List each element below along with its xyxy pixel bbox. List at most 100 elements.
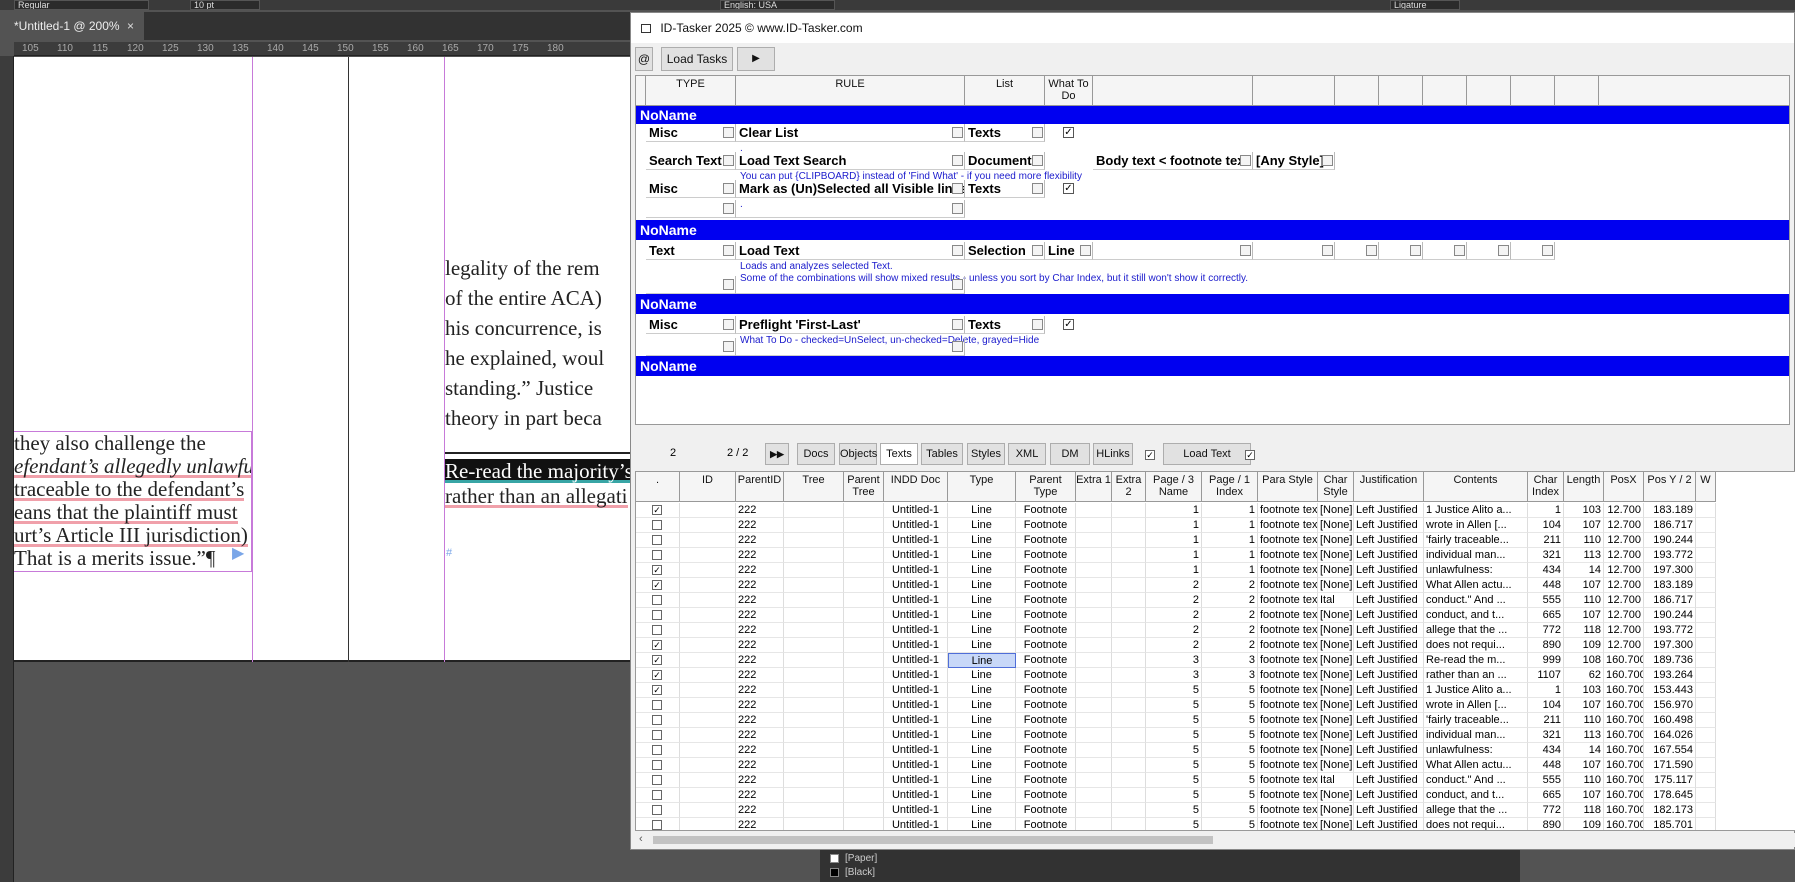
- grid-cell[interactable]: 5: [1146, 713, 1202, 728]
- grid-cell[interactable]: 1: [1202, 563, 1258, 578]
- grid-cell[interactable]: [844, 698, 884, 713]
- grid-cell[interactable]: 118: [1564, 623, 1604, 638]
- row-checkbox[interactable]: [652, 610, 662, 620]
- grid-cell[interactable]: [680, 683, 736, 698]
- grid-cell[interactable]: [1076, 623, 1112, 638]
- row-checkbox[interactable]: [652, 775, 662, 785]
- rule-list-select[interactable]: Document: [965, 152, 1045, 170]
- grid-cell[interactable]: [680, 743, 736, 758]
- grid-cell[interactable]: Untitled-1: [884, 548, 948, 563]
- grid-cell[interactable]: [680, 623, 736, 638]
- row-checkbox[interactable]: [652, 745, 662, 755]
- grid-cell[interactable]: 5: [1146, 683, 1202, 698]
- grid-cell[interactable]: 434: [1528, 563, 1564, 578]
- grid-cell[interactable]: [1076, 608, 1112, 623]
- rule-type-select[interactable]: [646, 200, 736, 218]
- grid-column-header[interactable]: Page / 1 Index: [1202, 472, 1258, 502]
- grid-cell[interactable]: 183.189: [1644, 578, 1696, 593]
- grid-cell[interactable]: 193.264: [1644, 668, 1696, 683]
- grid-cell[interactable]: unlawfulness:: [1424, 563, 1528, 578]
- grid-cell[interactable]: footnote text: [1258, 518, 1318, 533]
- grid-column-header[interactable]: W: [1696, 472, 1716, 502]
- grid-cell[interactable]: [844, 713, 884, 728]
- table-row[interactable]: 222 Untitled-1 Line Footnote 1 1 footnote text…: [636, 533, 1716, 548]
- rule-select[interactable]: Load Text: [736, 242, 965, 260]
- row-checkbox[interactable]: ✓: [652, 670, 662, 680]
- grid-cell[interactable]: Line: [948, 638, 1016, 653]
- grid-cell[interactable]: [1696, 818, 1716, 830]
- grid-cell[interactable]: [636, 548, 680, 563]
- grid-cell[interactable]: unlawfulness:: [1424, 743, 1528, 758]
- grid-cell[interactable]: 164.026: [1644, 728, 1696, 743]
- rule-type-select[interactable]: Text: [646, 242, 736, 260]
- grid-cell[interactable]: [None]: [1318, 728, 1354, 743]
- rule-what-select[interactable]: Line: [1045, 242, 1093, 260]
- grid-cell[interactable]: Untitled-1: [884, 668, 948, 683]
- grid-cell[interactable]: 183.189: [1644, 503, 1696, 518]
- grid-cell[interactable]: does not requi...: [1424, 638, 1528, 653]
- grid-cell[interactable]: 1: [1146, 503, 1202, 518]
- grid-cell[interactable]: [680, 758, 736, 773]
- scroll-thumb[interactable]: [653, 836, 1213, 844]
- grid-cell[interactable]: [1076, 818, 1112, 830]
- grid-cell[interactable]: [844, 578, 884, 593]
- grid-cell[interactable]: 2: [1146, 608, 1202, 623]
- grid-cell[interactable]: Footnote: [1016, 743, 1076, 758]
- rule-extra-select[interactable]: [1423, 242, 1467, 260]
- grid-cell[interactable]: [1696, 773, 1716, 788]
- grid-column-header[interactable]: Char Index: [1528, 472, 1564, 502]
- table-row[interactable]: 222 Untitled-1 Line Footnote 5 5 footnote text…: [636, 788, 1716, 803]
- grid-cell[interactable]: Footnote: [1016, 548, 1076, 563]
- row-checkbox[interactable]: [652, 730, 662, 740]
- grid-cell[interactable]: [844, 773, 884, 788]
- rule-extra2-select[interactable]: [Any Style]: [1253, 152, 1335, 170]
- grid-cell[interactable]: [None]: [1318, 788, 1354, 803]
- chevron-down-icon[interactable]: [1542, 245, 1553, 256]
- grid-cell[interactable]: footnote text: [1258, 728, 1318, 743]
- grid-cell[interactable]: 222: [736, 533, 784, 548]
- row-checkbox[interactable]: [652, 550, 662, 560]
- grid-cell[interactable]: Footnote: [1016, 593, 1076, 608]
- grid-cell[interactable]: [844, 788, 884, 803]
- table-row[interactable]: ✓ 222 Untitled-1 Line Footnote 3 3 footnote tex…: [636, 668, 1716, 683]
- grid-cell[interactable]: Untitled-1: [884, 803, 948, 818]
- grid-cell[interactable]: 434: [1528, 743, 1564, 758]
- grid-cell[interactable]: 890: [1528, 638, 1564, 653]
- grid-column-header[interactable]: Page / 3 Name: [1146, 472, 1202, 502]
- grid-cell[interactable]: 160.700: [1604, 743, 1644, 758]
- grid-cell[interactable]: [680, 563, 736, 578]
- overset-port-icon[interactable]: ▶: [232, 543, 244, 563]
- grid-cell[interactable]: Left Justified: [1354, 803, 1424, 818]
- grid-cell[interactable]: 107: [1564, 608, 1604, 623]
- grid-cell[interactable]: 222: [736, 578, 784, 593]
- grid-column-header[interactable]: Parent Type: [1016, 472, 1076, 502]
- grid-cell[interactable]: [1076, 698, 1112, 713]
- grid-cell[interactable]: [1696, 683, 1716, 698]
- grid-cell[interactable]: 222: [736, 818, 784, 830]
- grid-cell[interactable]: 1: [1202, 503, 1258, 518]
- grid-cell[interactable]: 772: [1528, 623, 1564, 638]
- font-size-field[interactable]: 10 pt: [190, 0, 260, 10]
- grid-cell[interactable]: 5: [1146, 818, 1202, 830]
- grid-cell[interactable]: 2: [1202, 638, 1258, 653]
- grid-cell[interactable]: [680, 698, 736, 713]
- grid-cell[interactable]: Untitled-1: [884, 773, 948, 788]
- grid-cell[interactable]: 189.736: [1644, 653, 1696, 668]
- grid-cell[interactable]: [1696, 518, 1716, 533]
- chevron-down-icon[interactable]: [723, 183, 734, 194]
- grid-cell[interactable]: 222: [736, 608, 784, 623]
- grid-cell[interactable]: 1: [1202, 518, 1258, 533]
- grid-cell[interactable]: [680, 518, 736, 533]
- chevron-down-icon[interactable]: [1410, 245, 1421, 256]
- grid-cell[interactable]: [1076, 563, 1112, 578]
- table-row[interactable]: ✓ 222 Untitled-1 Line Footnote 2 2 footnote tex…: [636, 638, 1716, 653]
- grid-cell[interactable]: [784, 518, 844, 533]
- grid-cell[interactable]: Left Justified: [1354, 758, 1424, 773]
- grid-cell[interactable]: Line: [948, 743, 1016, 758]
- grid-column-header[interactable]: Tree: [784, 472, 844, 502]
- grid-cell[interactable]: 12.700: [1604, 608, 1644, 623]
- grid-cell[interactable]: footnote text: [1258, 698, 1318, 713]
- grid-cell[interactable]: 211: [1528, 533, 1564, 548]
- grid-cell[interactable]: 118: [1564, 803, 1604, 818]
- grid-cell[interactable]: Re-read the m...: [1424, 653, 1528, 668]
